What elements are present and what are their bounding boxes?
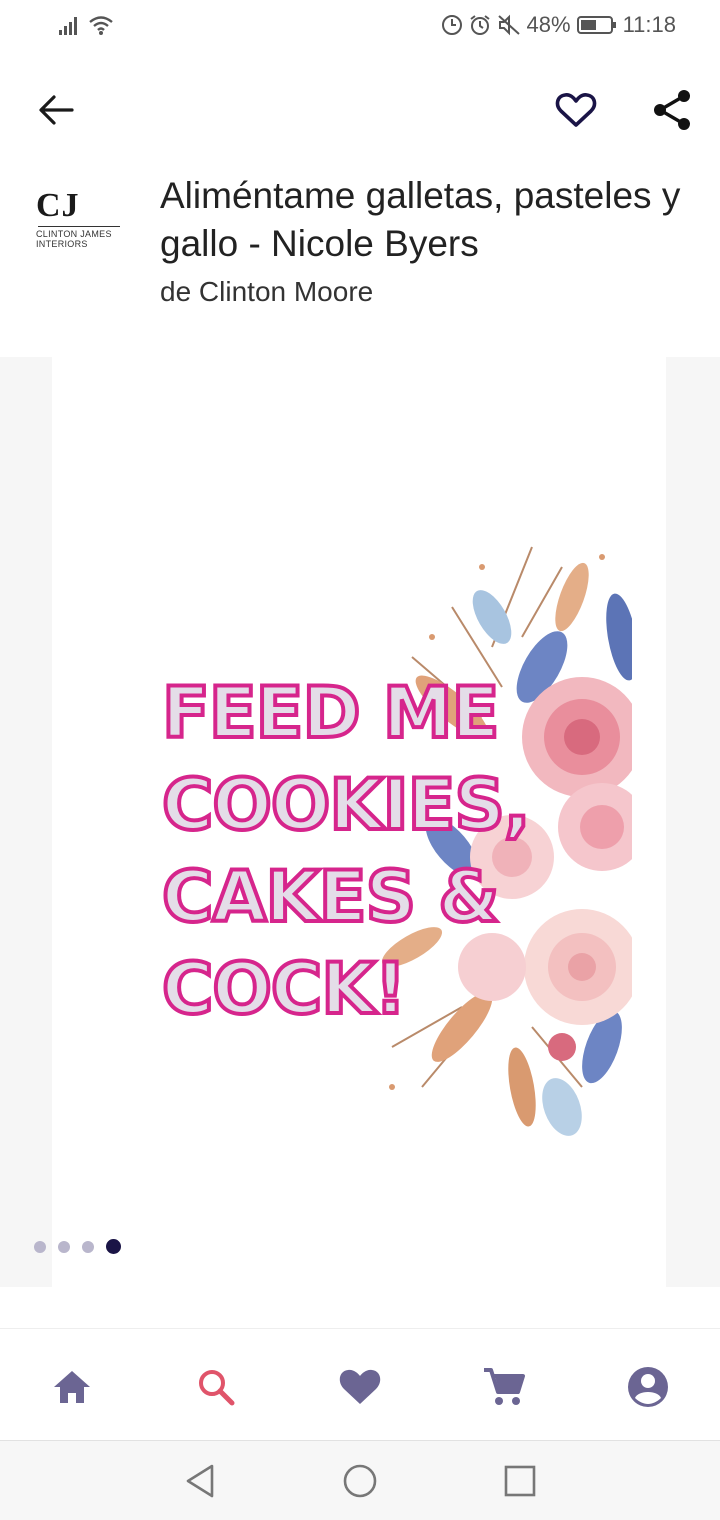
- heart-outline-icon: [555, 93, 597, 127]
- product-image[interactable]: FEED ME COOKIES, CAKES & COCK!: [52, 357, 666, 1287]
- product-seller-link[interactable]: de Clinton Moore: [160, 274, 705, 310]
- wifi-icon: [89, 16, 113, 35]
- shop-logo[interactable]: CJ CLINTON JAMES INTERIORS: [36, 188, 128, 260]
- product-title: Aliméntame galletas, pasteles y gallo - …: [160, 175, 681, 264]
- clock: 11:18: [622, 12, 676, 37]
- slide-text-line3: CAKES &: [160, 854, 501, 940]
- account-icon: [628, 1367, 668, 1407]
- logo-name-line2: INTERIORS: [36, 239, 88, 249]
- nav-account[interactable]: [620, 1359, 676, 1415]
- slide-text-line2: COOKIES,: [160, 762, 533, 848]
- back-button[interactable]: [30, 88, 82, 132]
- signal-icon: [59, 17, 77, 35]
- status-right: 48% 11:18: [441, 12, 676, 38]
- slide-text: FEED ME COOKIES, CAKES & COCK!: [160, 667, 622, 1035]
- mute-icon: [497, 14, 520, 36]
- carousel-dot-1[interactable]: [34, 1240, 46, 1253]
- battery-percent: 48%: [526, 12, 571, 37]
- home-icon: [54, 1371, 90, 1403]
- system-recents-button[interactable]: [496, 1459, 544, 1503]
- system-navigation: [0, 1440, 720, 1520]
- image-carousel[interactable]: FEED ME COOKIES, CAKES & COCK!: [0, 357, 720, 1287]
- cart-icon: [484, 1368, 525, 1405]
- status-left: [58, 14, 114, 36]
- search-icon: [199, 1370, 235, 1406]
- data-saver-icon: [441, 15, 462, 35]
- status-bar: 48% 11:18: [0, 0, 720, 56]
- logo-name-line1: CLINTON JAMES: [36, 229, 112, 239]
- product-header: CJ CLINTON JAMES INTERIORS Aliméntame ga…: [0, 170, 720, 330]
- nav-favorites[interactable]: [332, 1359, 388, 1415]
- nav-home[interactable]: [44, 1359, 100, 1415]
- nav-search[interactable]: [188, 1359, 244, 1415]
- system-home-button[interactable]: [336, 1459, 384, 1503]
- logo-mark: CJ: [36, 187, 80, 224]
- share-icon: [654, 90, 690, 130]
- nav-cart[interactable]: [476, 1359, 532, 1415]
- favorite-button[interactable]: [550, 86, 602, 134]
- carousel-dot-2[interactable]: [58, 1240, 70, 1253]
- slide-text-line4: COCK!: [160, 946, 408, 1032]
- share-button[interactable]: [646, 86, 698, 134]
- logo-divider: [38, 226, 120, 227]
- top-app-bar: [0, 70, 720, 150]
- alarm-icon: [469, 15, 490, 35]
- triangle-back-icon: [186, 1464, 214, 1498]
- battery-icon: [576, 16, 616, 34]
- square-recents-icon: [504, 1465, 536, 1497]
- title-block: Aliméntame galletas, pasteles y gallo - …: [160, 172, 705, 310]
- carousel-dot-4[interactable]: [106, 1239, 121, 1254]
- circle-home-icon: [343, 1464, 377, 1498]
- slide-text-line1: FEED ME: [160, 670, 501, 756]
- system-back-button[interactable]: [176, 1459, 224, 1503]
- heart-icon: [339, 1369, 381, 1404]
- carousel-indicators: [34, 1239, 121, 1254]
- arrow-left-icon: [39, 95, 74, 125]
- carousel-dot-3[interactable]: [82, 1240, 94, 1253]
- bottom-navigation: [0, 1328, 720, 1440]
